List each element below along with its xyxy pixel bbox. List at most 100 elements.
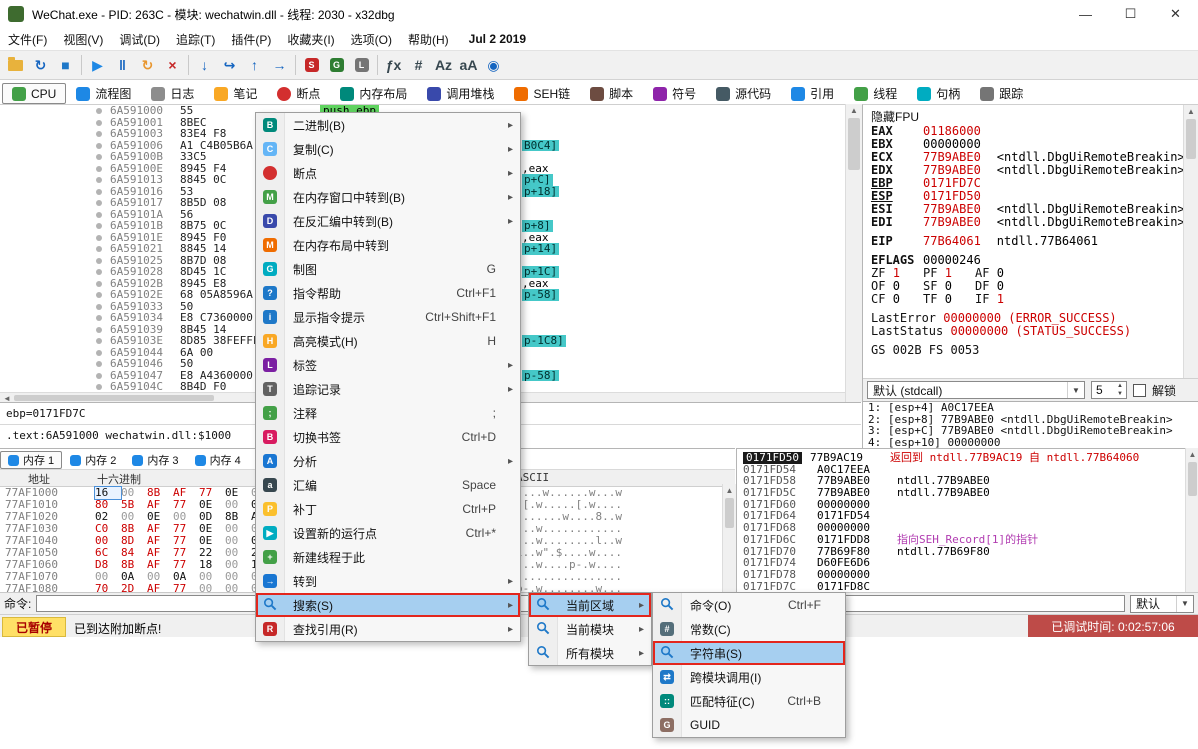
breakpoint-dot-icon[interactable] (96, 143, 102, 149)
register-value[interactable]: 0171FD50 (923, 189, 981, 203)
register-value[interactable]: 77B64061 (923, 234, 981, 248)
toolbar-constant-search-button[interactable]: # (406, 53, 431, 77)
breakpoint-dot-icon[interactable] (96, 361, 102, 367)
breakpoint-column[interactable] (88, 105, 110, 117)
stack-row[interactable]: 0171FD5077B9AC19返回到 ntdll.77B9AC19 自 ntd… (737, 452, 1198, 464)
breakpoint-column[interactable] (88, 220, 110, 232)
context-menu-item-patch[interactable]: P补丁Ctrl+P (256, 497, 520, 521)
search-scope-item-current-region[interactable]: 当前区域▸ (529, 593, 651, 617)
context-menu-item-trace-record[interactable]: T追踪记录▸ (256, 377, 520, 401)
breakpoint-column[interactable] (88, 358, 110, 370)
register-value[interactable]: 00000000 (923, 137, 981, 151)
context-menu-item-goto-disassembly[interactable]: D在反汇编中转到(B)▸ (256, 209, 520, 233)
tab-threads[interactable]: 线程 (844, 83, 907, 104)
breakpoint-dot-icon[interactable] (96, 212, 102, 218)
chevron-down-icon[interactable]: ▼ (1067, 382, 1084, 398)
toolbar-restart-button[interactable]: ↻ (28, 53, 53, 77)
tab-log[interactable]: 日志 (141, 83, 204, 104)
breakpoint-column[interactable] (88, 301, 110, 313)
breakpoint-column[interactable] (88, 117, 110, 129)
stack-row[interactable]: 0171FD7800000000 (737, 569, 1198, 581)
hide-fpu-button[interactable]: 隐藏FPU (871, 108, 919, 125)
breakpoint-column[interactable] (88, 266, 110, 278)
toolbar-step-over-button[interactable]: ↪ (217, 53, 242, 77)
register-value[interactable]: 77B9ABE0 (923, 150, 981, 164)
breakpoint-column[interactable] (88, 289, 110, 301)
argument-count-stepper[interactable]: 5 ▲▼ (1091, 381, 1127, 399)
toolbar-log-window-button[interactable]: L (349, 53, 374, 77)
search-type-item-string-references[interactable]: 字符串(S) (653, 641, 845, 665)
flag-cf[interactable]: CF 0 (871, 293, 923, 306)
search-type-item-guid[interactable]: GGUID (653, 713, 845, 737)
toolbar-scylla-button[interactable]: S (299, 53, 324, 77)
tab-notes[interactable]: 笔记 (204, 83, 267, 104)
breakpoint-dot-icon[interactable] (96, 327, 102, 333)
dump-tab-dump-3[interactable]: 内存 3 (124, 451, 186, 469)
context-menu-item-goto-memory-map[interactable]: M在内存布局中转到 (256, 233, 520, 257)
dump-tab-dump-4[interactable]: 内存 4 (187, 451, 249, 469)
context-menu-item-comment[interactable]: ;注释; (256, 401, 520, 425)
breakpoint-column[interactable] (88, 151, 110, 163)
toolbar-threads-spool-button[interactable]: ◉ (481, 53, 506, 77)
context-menu-item-assemble[interactable]: a汇编Space (256, 473, 520, 497)
breakpoint-dot-icon[interactable] (96, 166, 102, 172)
context-menu-item-goto[interactable]: →转到▸ (256, 569, 520, 593)
context-menu-item-goto-memory-window[interactable]: M在内存窗口中转到(B)▸ (256, 185, 520, 209)
tab-breakpoints[interactable]: 断点 (267, 83, 330, 104)
breakpoint-column[interactable] (88, 163, 110, 175)
breakpoint-dot-icon[interactable] (96, 350, 102, 356)
scroll-up-icon[interactable]: ▲ (723, 484, 736, 498)
breakpoint-column[interactable] (88, 335, 110, 347)
search-type-item-constant[interactable]: #常数(C) (653, 617, 845, 641)
breakpoint-dot-icon[interactable] (96, 200, 102, 206)
breakpoint-dot-icon[interactable] (96, 281, 102, 287)
tab-cpu[interactable]: CPU (2, 83, 66, 104)
menubar-item-文件F[interactable]: 文件(F) (0, 28, 55, 51)
breakpoint-column[interactable] (88, 243, 110, 255)
calling-convention-select[interactable]: 默认 (stdcall) ▼ (867, 381, 1085, 399)
context-menu-item-breakpoint[interactable]: 断点▸ (256, 161, 520, 185)
breakpoint-dot-icon[interactable] (96, 292, 102, 298)
breakpoint-dot-icon[interactable] (96, 177, 102, 183)
breakpoint-column[interactable] (88, 140, 110, 152)
search-type-item-command[interactable]: 命令(O)Ctrl+F (653, 593, 845, 617)
stack-scrollbar[interactable]: ▲ (1185, 448, 1198, 592)
stepper-arrows-icon[interactable]: ▲▼ (1114, 382, 1126, 398)
command-profile-select[interactable]: 默认 ▼ (1130, 595, 1194, 613)
toolbar-step-into-button[interactable]: ↓ (192, 53, 217, 77)
breakpoint-dot-icon[interactable] (96, 235, 102, 241)
register-value[interactable]: 77B9ABE0 (923, 163, 981, 177)
stack-row[interactable]: 0171FD74D60FE6D6 (737, 557, 1198, 569)
toolbar-close-process-button[interactable]: × (160, 53, 185, 77)
breakpoint-dot-icon[interactable] (96, 108, 102, 114)
register-value[interactable]: 77B9ABE0 (923, 202, 981, 216)
toolbar-case-aa-button[interactable]: aA (456, 53, 481, 77)
close-button[interactable]: ✕ (1153, 0, 1198, 28)
register-row-ebp[interactable]: EBP0171FD7C (871, 177, 1183, 190)
breakpoint-column[interactable] (88, 128, 110, 140)
menubar-item-收藏夹I[interactable]: 收藏夹(I) (279, 28, 342, 51)
breakpoint-column[interactable] (88, 347, 110, 359)
breakpoint-dot-icon[interactable] (96, 120, 102, 126)
context-menu-item-label[interactable]: L标签▸ (256, 353, 520, 377)
context-menu-item-new-thread-here[interactable]: +新建线程于此 (256, 545, 520, 569)
search-type-item-pattern[interactable]: ::匹配特征(C)Ctrl+B (653, 689, 845, 713)
maximize-button[interactable]: ☐ (1108, 0, 1153, 28)
breakpoint-column[interactable] (88, 278, 110, 290)
register-value[interactable]: 01186000 (923, 124, 981, 138)
breakpoint-dot-icon[interactable] (96, 258, 102, 264)
menubar-item-视图V[interactable]: 视图(V) (55, 28, 111, 51)
breakpoint-dot-icon[interactable] (96, 131, 102, 137)
register-value[interactable]: 00000246 (923, 253, 981, 267)
toolbar-case-az-button[interactable]: Az (431, 53, 456, 77)
toolbar-open-file-button[interactable] (3, 53, 28, 77)
search-scope-item-all-modules[interactable]: 所有模块▸ (529, 641, 651, 665)
argument-line[interactable]: 3: [esp+C] 77B9ABE0 <ntdll.DbgUiRemoteBr… (863, 425, 1198, 437)
context-menu-item-instruction-help[interactable]: ?指令帮助Ctrl+F1 (256, 281, 520, 305)
toolbar-step-out-button[interactable]: ↑ (242, 53, 267, 77)
dump-tab-dump-2[interactable]: 内存 2 (62, 451, 124, 469)
breakpoint-dot-icon[interactable] (96, 269, 102, 275)
context-menu-item-copy[interactable]: C复制(C)▸ (256, 137, 520, 161)
context-menu-item-binary[interactable]: B二进制(B)▸ (256, 113, 520, 137)
breakpoint-column[interactable] (88, 312, 110, 324)
